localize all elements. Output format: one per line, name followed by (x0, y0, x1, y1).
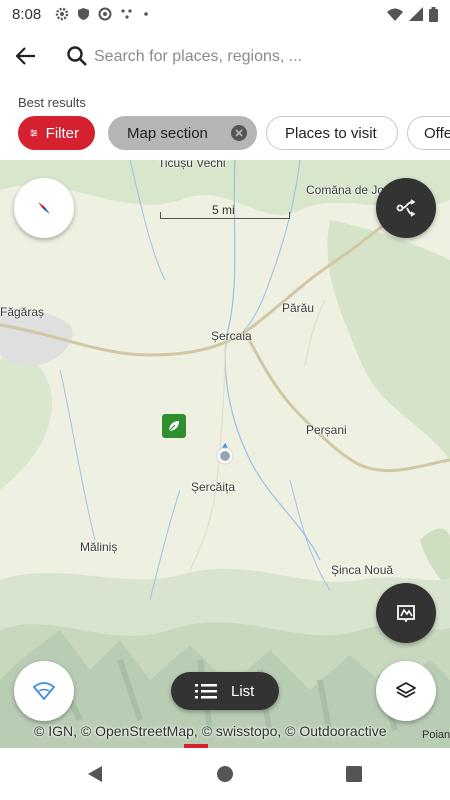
at-sign-icon (98, 7, 112, 21)
filter-chip[interactable]: Filter (18, 116, 95, 150)
map-section-chip-label: Map section (127, 124, 208, 142)
clear-icon[interactable] (231, 125, 247, 141)
current-location-icon (216, 443, 234, 465)
map-section-chip[interactable]: Map section (108, 116, 257, 150)
nav-back-button[interactable] (84, 763, 106, 785)
filter-chip-label: Filter (45, 124, 79, 142)
status-bar: 8:08 (0, 0, 450, 28)
tune-icon (30, 129, 38, 137)
gear-icon (55, 7, 69, 21)
route-planner-button[interactable] (376, 178, 436, 238)
nav-home-button[interactable] (214, 763, 236, 785)
wifi-icon (33, 682, 55, 700)
best-results-label: Best results (18, 95, 86, 110)
offline-maps-button[interactable] (14, 661, 74, 721)
dot-icon (144, 12, 149, 16)
place-label[interactable]: Făgăraș (0, 305, 44, 319)
battery-icon (429, 6, 438, 22)
status-time: 8:08 (12, 5, 42, 23)
route-icon (396, 199, 416, 217)
layers-icon (396, 682, 416, 698)
place-label[interactable]: Comăna de Jos (306, 183, 390, 197)
search-input[interactable] (94, 42, 434, 72)
place-label[interactable]: Părău (282, 301, 314, 315)
scale-bar (160, 212, 290, 219)
compass-button[interactable] (14, 178, 74, 238)
map-scale: 5 mi (160, 203, 290, 219)
map-view[interactable]: Ticușu Vechi Comăna de Jos Făgăraș Părău… (0, 160, 450, 748)
place-label[interactable]: Șercăița (191, 480, 235, 494)
system-nav-bar (0, 748, 450, 800)
list-icon (195, 684, 217, 699)
shield-icon (78, 8, 90, 20)
map-attribution[interactable]: © IGN, © OpenStreetMap, © swisstopo, © O… (34, 723, 387, 739)
search-icon (67, 46, 87, 66)
arrow-back-icon (16, 47, 35, 65)
place-label[interactable]: Perșani (306, 423, 347, 437)
guide-button[interactable] (376, 583, 436, 643)
square-recents-icon (346, 766, 362, 782)
place-label[interactable]: Șercaia (211, 329, 252, 343)
offers-chip[interactable]: Offers (407, 116, 450, 150)
map-layers-button[interactable] (376, 661, 436, 721)
map-book-icon (397, 605, 415, 622)
places-to-visit-chip[interactable]: Places to visit (266, 116, 398, 150)
place-label[interactable]: Ticușu Vechi (158, 160, 226, 170)
signal-icon (409, 7, 423, 21)
place-label[interactable]: Poiana Mă (422, 729, 450, 741)
filter-chips: Filter Map section Places to visit Offer… (18, 116, 450, 150)
place-label[interactable]: Șinca Nouă (331, 563, 393, 577)
search-header: Best results Filter Map section Places t… (0, 28, 450, 160)
offers-chip-label: Offers (424, 124, 450, 142)
places-to-visit-chip-label: Places to visit (285, 124, 377, 142)
compass-icon (38, 202, 50, 214)
circle-home-icon (217, 766, 233, 782)
place-label[interactable]: Măliniș (80, 540, 117, 554)
nav-recents-button[interactable] (343, 763, 365, 785)
dots-icon (121, 9, 132, 19)
poi-marker[interactable] (162, 414, 186, 438)
wifi-icon (387, 8, 403, 21)
leaf-icon (168, 421, 179, 432)
list-button[interactable]: List (171, 672, 279, 710)
list-button-label: List (231, 682, 255, 700)
back-button[interactable] (12, 42, 40, 70)
triangle-back-icon (88, 766, 102, 782)
